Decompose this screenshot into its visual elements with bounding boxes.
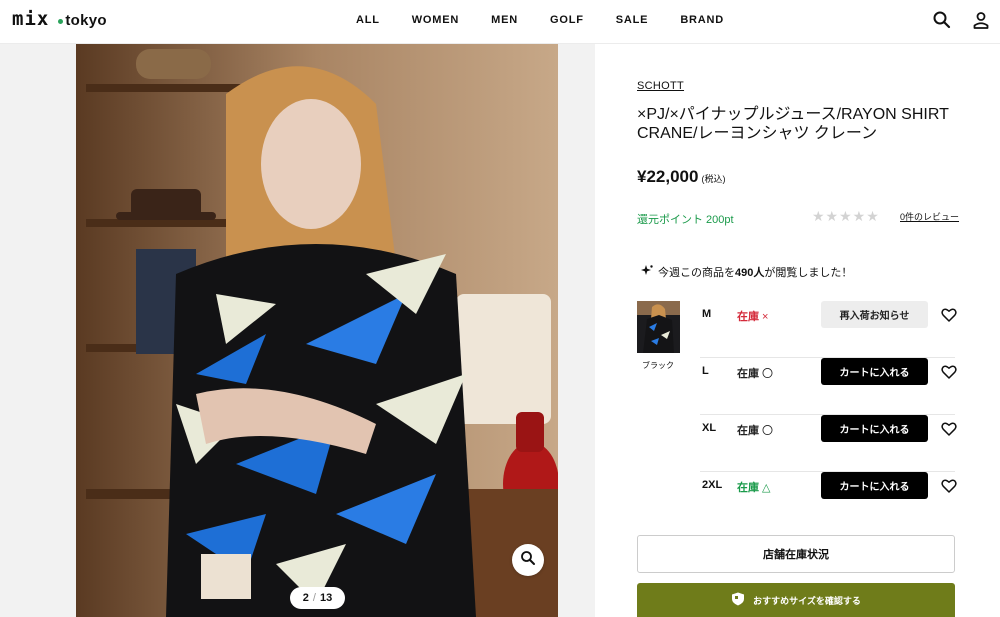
nav-item-brand[interactable]: BRAND bbox=[664, 0, 740, 44]
user-icon[interactable] bbox=[971, 10, 991, 30]
stock-mark: 〇 bbox=[762, 425, 773, 437]
product-title: ×PJ/×パイナップルジュース/RAYON SHIRT CRANE/レーヨンシャ… bbox=[637, 106, 949, 142]
add-to-cart-button[interactable]: カートに入れる bbox=[821, 358, 928, 385]
size-label: 2XL bbox=[702, 479, 723, 491]
stock-text: 在庫 bbox=[737, 482, 759, 494]
color-variant-label: ブラック bbox=[642, 361, 674, 370]
recommend-size-button[interactable]: おすすめサイズを確認する bbox=[637, 583, 955, 617]
logo-dot bbox=[58, 19, 64, 24]
image-counter-total: 13 bbox=[319, 592, 333, 604]
restock-notify-button[interactable]: 再入荷お知らせ bbox=[821, 301, 928, 328]
main-nav: ALL WOMEN MEN GOLF SALE BRAND bbox=[0, 0, 1000, 44]
zoom-button[interactable] bbox=[512, 544, 544, 576]
stock-mark: 〇 bbox=[762, 368, 773, 380]
stock-mark: △ bbox=[762, 482, 771, 494]
price-value: ¥22,000 bbox=[637, 167, 699, 186]
store-stock-button[interactable]: 店舗在庫状況 bbox=[637, 535, 955, 573]
product-photo-illustration bbox=[76, 44, 558, 617]
nav-item-golf[interactable]: GOLF bbox=[534, 0, 600, 44]
stock-mark: × bbox=[762, 311, 769, 323]
viewed-pre: 今週この商品を bbox=[658, 267, 735, 279]
heart-icon[interactable] bbox=[941, 307, 957, 323]
site-header: mix tokyo ALL WOMEN MEN GOLF SALE BRAND bbox=[0, 0, 1000, 44]
stock-text: 在庫 bbox=[737, 368, 759, 380]
size-label: XL bbox=[702, 422, 717, 434]
search-icon[interactable] bbox=[932, 10, 952, 30]
image-counter-separator: / bbox=[312, 592, 316, 604]
color-variant-thumbnail[interactable] bbox=[637, 301, 680, 353]
reviews-link[interactable]: 0件のレビュー bbox=[900, 210, 959, 223]
viewed-count: 490人 bbox=[735, 267, 765, 279]
nav-item-all[interactable]: ALL bbox=[340, 0, 396, 44]
logo-tokyo-text: tokyo bbox=[65, 12, 107, 29]
size-row: 2XL 在庫 △ カートに入れる bbox=[700, 472, 957, 529]
stock-status: 在庫 × bbox=[737, 308, 768, 324]
image-counter-current: 2 bbox=[302, 592, 309, 604]
logo-mix-text: mix bbox=[12, 8, 50, 30]
add-to-cart-button[interactable]: カートに入れる bbox=[821, 415, 928, 442]
size-row: XL 在庫〇 カートに入れる bbox=[700, 415, 957, 472]
stock-status: 在庫〇 bbox=[737, 422, 773, 438]
heart-icon[interactable] bbox=[941, 478, 957, 494]
stock-text: 在庫 bbox=[737, 311, 759, 323]
heart-icon[interactable] bbox=[941, 421, 957, 437]
tax-note: (税込) bbox=[701, 174, 726, 184]
viewed-post: が閲覧しました！ bbox=[764, 267, 853, 279]
nav-item-sale[interactable]: SALE bbox=[600, 0, 665, 44]
size-row: M 在庫 × 再入荷お知らせ bbox=[700, 301, 957, 358]
viewed-notice: 今週この商品を490人が閲覧しました！ bbox=[641, 264, 852, 280]
site-logo[interactable]: mix tokyo bbox=[12, 8, 107, 30]
product-photo[interactable] bbox=[76, 44, 558, 617]
size-label: L bbox=[702, 365, 709, 377]
image-counter: 2 / 13 bbox=[290, 587, 345, 609]
size-label: M bbox=[702, 308, 712, 320]
nav-item-women[interactable]: WOMEN bbox=[396, 0, 475, 44]
stock-status: 在庫〇 bbox=[737, 365, 773, 381]
add-to-cart-button[interactable]: カートに入れる bbox=[821, 472, 928, 499]
size-row: L 在庫〇 カートに入れる bbox=[700, 358, 957, 415]
heart-icon[interactable] bbox=[941, 364, 957, 380]
recommend-size-label: おすすめサイズを確認する bbox=[753, 595, 861, 606]
nav-item-men[interactable]: MEN bbox=[475, 0, 534, 44]
rating-stars-icon: ★★★★★ bbox=[812, 208, 880, 224]
sparkle-icon bbox=[641, 264, 653, 280]
reward-points: 還元ポイント 200pt bbox=[637, 214, 734, 226]
stock-status: 在庫 △ bbox=[737, 479, 770, 495]
shield-icon bbox=[731, 592, 745, 608]
thumbnail-illustration bbox=[637, 301, 680, 353]
brand-link[interactable]: SCHOTT bbox=[637, 80, 684, 92]
stock-text: 在庫 bbox=[737, 425, 759, 437]
price: ¥22,000 (税込) bbox=[637, 167, 725, 187]
zoom-icon bbox=[520, 550, 536, 571]
